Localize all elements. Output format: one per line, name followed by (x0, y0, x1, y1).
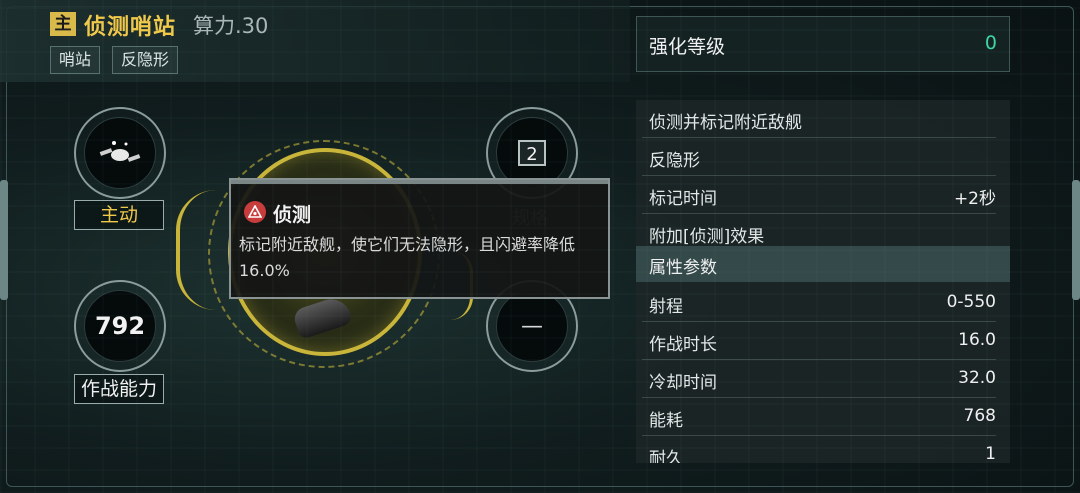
module-title: 侦测哨站 (84, 15, 177, 40)
detect-skill-icon (244, 201, 266, 223)
main-badge: 主 (50, 12, 76, 36)
effect-value: +2秒 (953, 189, 996, 209)
attribute-row: 冷却时间 32.0 (636, 360, 1010, 398)
combat-label: 作战能力 (74, 374, 164, 404)
tooltip-title: 侦测 (273, 204, 312, 226)
empty-slot[interactable]: — (486, 280, 578, 372)
effect-key: 反隐形 (649, 151, 700, 171)
attribute-value: 1 (985, 444, 996, 463)
module-detail-window: 主 侦测哨站 算力.30 哨站 反隐形 主动 792 作战能力 2 规格 (0, 0, 1080, 493)
attribute-row: 耐久 1 (636, 436, 1010, 463)
attribute-value: 32.0 (958, 368, 996, 388)
compute-power: 算力.30 (193, 14, 269, 38)
attribute-row: 作战时长 16.0 (636, 322, 1010, 360)
left-frame-bracket (0, 180, 8, 300)
spec-slot[interactable]: 2 (486, 107, 578, 199)
enhance-level-box: 强化等级 0 (636, 16, 1010, 72)
effect-row: 反隐形 (636, 138, 1010, 176)
combat-slot: 792 (74, 280, 166, 372)
effect-key: 附加[侦测]效果 (649, 227, 765, 247)
attribute-value: 16.0 (958, 330, 996, 350)
effect-row: 标记时间 +2秒 (636, 176, 1010, 214)
satellite-icon (76, 109, 164, 197)
attributes-header-label: 属性参数 (649, 258, 717, 278)
attribute-key: 能耗 (649, 411, 683, 431)
effect-row: 侦测并标记附近敌舰 (636, 100, 1010, 138)
attribute-key: 冷却时间 (649, 373, 717, 393)
tag-outpost: 哨站 (50, 46, 101, 74)
attribute-row: 射程 0-550 (636, 284, 1010, 322)
effect-key: 侦测并标记附近敌舰 (649, 113, 802, 133)
emblem-left-arc (176, 190, 216, 310)
tag-anti-stealth: 反隐形 (112, 46, 179, 74)
attribute-row: 能耗 768 (636, 398, 1010, 436)
mode-label: 主动 (74, 200, 164, 230)
combat-value: 792 (94, 312, 146, 340)
spec-count: 2 (518, 140, 546, 166)
stats-panel[interactable]: 侦测并标记附近敌舰 反隐形 标记时间 +2秒 附加[侦测]效果 属性参数 射程 … (636, 100, 1010, 463)
tooltip-description: 标记附近敌舰，使它们无法隐形，且闪避率降低16.0% (239, 235, 576, 280)
attribute-key: 射程 (649, 297, 683, 317)
attributes-header: 属性参数 (636, 246, 1010, 282)
attribute-value: 0-550 (946, 292, 996, 312)
module-header: 主 侦测哨站 算力.30 哨站 反隐形 (0, 0, 630, 82)
attribute-key: 耐久 (649, 449, 683, 463)
empty-slot-dash: — (521, 313, 543, 339)
enhance-value: 0 (984, 32, 997, 54)
attribute-key: 作战时长 (649, 335, 717, 355)
mode-slot[interactable] (74, 107, 166, 199)
attribute-value: 768 (963, 406, 996, 426)
enhance-label: 强化等级 (649, 36, 726, 58)
spec-count-box: 2 (488, 109, 576, 197)
right-frame-bracket (1072, 180, 1080, 300)
effect-key: 标记时间 (649, 189, 717, 209)
